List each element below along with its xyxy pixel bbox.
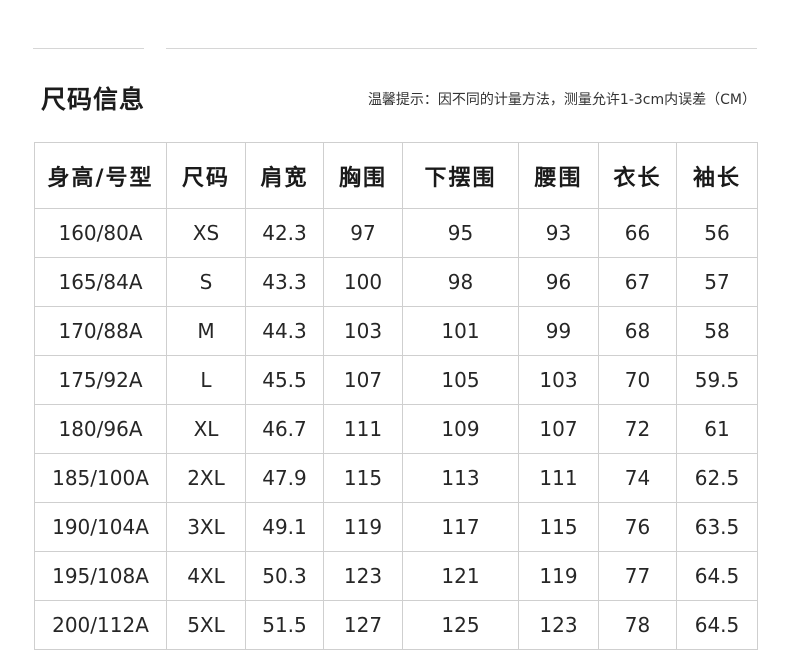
table-row: 200/112A 5XL 51.5 127 125 123 78 64.5	[34, 600, 758, 650]
table-cell: 43.3	[245, 257, 324, 307]
top-divider-left	[33, 48, 144, 49]
table-row: 165/84A S 43.3 100 98 96 67 57	[34, 257, 758, 307]
column-header: 肩宽	[245, 142, 324, 209]
table-cell: 57	[676, 257, 758, 307]
table-cell: S	[166, 257, 246, 307]
table-cell: 45.5	[245, 355, 324, 405]
table-cell: 70	[598, 355, 677, 405]
table-cell: 107	[518, 404, 599, 454]
table-header-row: 身高/号型 尺码 肩宽 胸围 下摆围 腰围 衣长 袖长	[34, 142, 758, 209]
table-cell: 175/92A	[34, 355, 167, 405]
table-cell: 190/104A	[34, 502, 167, 552]
column-header: 袖长	[676, 142, 758, 209]
table-cell: 58	[676, 306, 758, 356]
table-cell: 67	[598, 257, 677, 307]
table-cell: 74	[598, 453, 677, 503]
table-cell: 96	[518, 257, 599, 307]
measurement-tip: 温馨提示：因不同的计量方法，测量允许1-3cm内误差（CM）	[367, 92, 756, 108]
table-cell: 185/100A	[34, 453, 167, 503]
table-row: 180/96A XL 46.7 111 109 107 72 61	[34, 404, 758, 454]
column-header: 腰围	[518, 142, 599, 209]
table-row: 175/92A L 45.5 107 105 103 70 59.5	[34, 355, 758, 405]
table-cell: 99	[518, 306, 599, 356]
table-cell: 170/88A	[34, 306, 167, 356]
table-cell: 200/112A	[34, 600, 167, 650]
table-cell: 64.5	[676, 600, 758, 650]
table-cell: 195/108A	[34, 551, 167, 601]
table-cell: 5XL	[166, 600, 246, 650]
table-cell: 127	[323, 600, 403, 650]
column-header: 下摆围	[402, 142, 519, 209]
top-divider-right	[166, 48, 757, 49]
table-cell: 97	[323, 208, 403, 258]
table-body: 160/80A XS 42.3 97 95 93 66 56 165/84A S 43.3 100 98…	[34, 208, 758, 650]
table-cell: 78	[598, 600, 677, 650]
column-header: 衣长	[598, 142, 677, 209]
table-cell: 125	[402, 600, 519, 650]
table-cell: 47.9	[245, 453, 324, 503]
table-cell: 101	[402, 306, 519, 356]
table-cell: L	[166, 355, 246, 405]
table-cell: 119	[323, 502, 403, 552]
table-cell: 103	[323, 306, 403, 356]
table-cell: 115	[323, 453, 403, 503]
table-cell: 105	[402, 355, 519, 405]
table-cell: XS	[166, 208, 246, 258]
table-cell: 119	[518, 551, 599, 601]
table-cell: 165/84A	[34, 257, 167, 307]
table-cell: 121	[402, 551, 519, 601]
table-cell: 111	[323, 404, 403, 454]
table-cell: 111	[518, 453, 599, 503]
table-cell: 109	[402, 404, 519, 454]
table-cell: 100	[323, 257, 403, 307]
table-cell: 93	[518, 208, 599, 258]
table-row: 185/100A 2XL 47.9 115 113 111 74 62.5	[34, 453, 758, 503]
table-cell: 44.3	[245, 306, 324, 356]
table-cell: 51.5	[245, 600, 324, 650]
page-title: 尺码信息	[41, 85, 146, 114]
table-cell: 3XL	[166, 502, 246, 552]
table-row: 160/80A XS 42.3 97 95 93 66 56	[34, 208, 758, 258]
table-cell: 66	[598, 208, 677, 258]
table-row: 195/108A 4XL 50.3 123 121 119 77 64.5	[34, 551, 758, 601]
table-cell: 77	[598, 551, 677, 601]
table-cell: 123	[518, 600, 599, 650]
table-cell: 46.7	[245, 404, 324, 454]
table-cell: 107	[323, 355, 403, 405]
table-cell: 4XL	[166, 551, 246, 601]
table-cell: 76	[598, 502, 677, 552]
table-cell: 63.5	[676, 502, 758, 552]
table-cell: 68	[598, 306, 677, 356]
table-cell: 72	[598, 404, 677, 454]
table-cell: 117	[402, 502, 519, 552]
table-cell: 62.5	[676, 453, 758, 503]
table-cell: 115	[518, 502, 599, 552]
table-cell: 103	[518, 355, 599, 405]
table-cell: 160/80A	[34, 208, 167, 258]
table-cell: 59.5	[676, 355, 758, 405]
table-cell: 113	[402, 453, 519, 503]
table-cell: 2XL	[166, 453, 246, 503]
table-row: 190/104A 3XL 49.1 119 117 115 76 63.5	[34, 502, 758, 552]
table-cell: M	[166, 306, 246, 356]
column-header: 身高/号型	[34, 142, 167, 209]
table-cell: 50.3	[245, 551, 324, 601]
table-cell: 98	[402, 257, 519, 307]
table-cell: 95	[402, 208, 519, 258]
table-cell: 49.1	[245, 502, 324, 552]
page: { "header": { "title": "尺码信息", "tip": "温…	[0, 0, 790, 650]
table-cell: 180/96A	[34, 404, 167, 454]
table-cell: 64.5	[676, 551, 758, 601]
column-header: 胸围	[323, 142, 403, 209]
column-header: 尺码	[166, 142, 246, 209]
table-cell: XL	[166, 404, 246, 454]
table-cell: 123	[323, 551, 403, 601]
size-chart-table: 身高/号型 尺码 肩宽 胸围 下摆围 腰围 衣长 袖长 160/80A XS 42.…	[34, 142, 758, 650]
table-cell: 56	[676, 208, 758, 258]
table-row: 170/88A M 44.3 103 101 99 68 58	[34, 306, 758, 356]
table-cell: 61	[676, 404, 758, 454]
table-cell: 42.3	[245, 208, 324, 258]
